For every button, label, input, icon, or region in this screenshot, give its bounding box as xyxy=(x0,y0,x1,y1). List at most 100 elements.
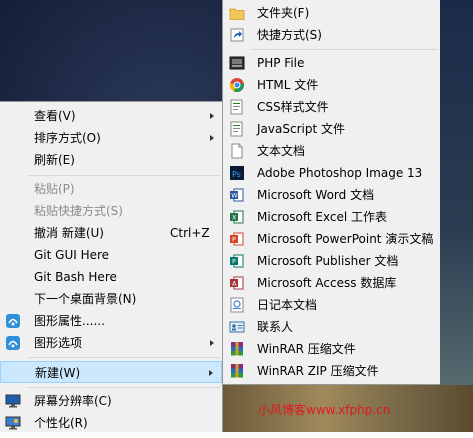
menu-item-label: Git GUI Here xyxy=(34,248,110,262)
svg-text:W: W xyxy=(231,192,238,200)
folder-icon xyxy=(229,5,245,21)
menu-item-label: 撤消 新建(U) xyxy=(34,226,104,240)
winrar-icon xyxy=(229,341,243,357)
menu-item-label: 图形属性...... xyxy=(34,314,105,328)
menu-item-label: 个性化(R) xyxy=(34,416,88,430)
submenu-item-journal-document[interactable]: 日记本文档 xyxy=(223,294,440,316)
submenu-item-winrar-archive[interactable]: WinRAR 压缩文件 xyxy=(223,338,440,360)
submenu-item-access-database[interactable]: A Microsoft Access 数据库 xyxy=(223,272,440,294)
word-icon: W xyxy=(229,187,244,203)
submenu-item-label: WinRAR 压缩文件 xyxy=(257,342,356,356)
submenu-item-label: 文本文档 xyxy=(257,144,306,158)
text-document-icon xyxy=(229,143,243,159)
submenu-item-folder[interactable]: 文件夹(F) xyxy=(223,2,440,24)
menu-item-label: 下一个桌面背景(N) xyxy=(34,292,137,306)
menu-item-label: 粘贴快捷方式(S) xyxy=(34,204,123,218)
submenu-item-label: Microsoft Excel 工作表 xyxy=(257,210,388,224)
menu-item-refresh[interactable]: 刷新(E) xyxy=(0,149,222,171)
menu-item-label: 排序方式(O) xyxy=(34,131,101,145)
menu-item-git-gui-here[interactable]: Git GUI Here xyxy=(0,244,222,266)
submenu-item-label: 联系人 xyxy=(257,320,294,334)
powerpoint-icon: P xyxy=(229,231,244,247)
menu-item-screen-resolution[interactable]: 屏幕分辨率(C) xyxy=(0,390,222,412)
menu-item-label: 新建(W) xyxy=(35,366,81,380)
submenu-item-label: Adobe Photoshop Image 13 xyxy=(257,166,423,180)
submenu-item-label: Microsoft Publisher 文档 xyxy=(257,254,399,268)
menu-separator xyxy=(28,175,220,176)
submenu-item-label: 文件夹(F) xyxy=(257,6,310,20)
submenu-item-label: PHP File xyxy=(257,56,305,70)
submenu-item-label: 快捷方式(S) xyxy=(257,28,322,42)
submenu-item-label: JavaScript 文件 xyxy=(257,122,345,136)
menu-separator xyxy=(251,49,438,50)
menu-item-shortcut: Ctrl+Z xyxy=(170,226,210,240)
menu-item-label: 图形选项 xyxy=(34,336,83,350)
menu-item-label: 查看(V) xyxy=(34,109,76,123)
submenu-item-text-document[interactable]: 文本文档 xyxy=(223,140,440,162)
menu-separator xyxy=(28,387,220,388)
menu-item-graphics-properties[interactable]: 图形属性...... xyxy=(0,310,222,332)
submenu-item-html-file[interactable]: HTML 文件 xyxy=(223,74,440,96)
svg-text:A: A xyxy=(232,280,237,288)
menu-item-next-desktop-background[interactable]: 下一个桌面背景(N) xyxy=(0,288,222,310)
php-file-icon xyxy=(229,55,245,71)
intel-graphics-icon xyxy=(5,335,21,351)
submenu-item-shortcut[interactable]: 快捷方式(S) xyxy=(223,24,440,46)
intel-graphics-icon xyxy=(5,313,21,329)
menu-item-paste[interactable]: 粘贴(P) xyxy=(0,178,222,200)
submenu-item-label: 日记本文档 xyxy=(257,298,318,312)
submenu-arrow-icon xyxy=(209,370,213,376)
menu-item-view[interactable]: 查看(V) xyxy=(0,105,222,127)
access-icon: A xyxy=(229,275,244,291)
svg-text:X: X xyxy=(232,214,237,222)
css-file-icon xyxy=(229,99,243,115)
submenu-arrow-icon xyxy=(210,135,214,141)
desktop-wallpaper-strip xyxy=(440,0,473,385)
submenu-item-word-document[interactable]: W Microsoft Word 文档 xyxy=(223,184,440,206)
photoshop-icon: Ps xyxy=(229,165,244,181)
submenu-item-label: Microsoft Access 数据库 xyxy=(257,276,397,290)
js-file-icon xyxy=(229,121,243,137)
svg-text:P: P xyxy=(232,236,236,244)
submenu-item-javascript-file[interactable]: JavaScript 文件 xyxy=(223,118,440,140)
submenu-item-label: CSS样式文件 xyxy=(257,100,329,114)
submenu-item-excel-sheet[interactable]: X Microsoft Excel 工作表 xyxy=(223,206,440,228)
monitor-icon xyxy=(5,393,21,409)
submenu-item-powerpoint[interactable]: P Microsoft PowerPoint 演示文稿 xyxy=(223,228,440,250)
submenu-item-label: Microsoft PowerPoint 演示文稿 xyxy=(257,232,434,246)
menu-item-git-bash-here[interactable]: Git Bash Here xyxy=(0,266,222,288)
menu-item-paste-shortcut[interactable]: 粘贴快捷方式(S) xyxy=(0,200,222,222)
submenu-arrow-icon xyxy=(210,340,214,346)
menu-item-label: Git Bash Here xyxy=(34,270,117,284)
submenu-arrow-icon xyxy=(210,113,214,119)
menu-separator xyxy=(28,357,220,358)
menu-item-personalize[interactable]: 个性化(R) xyxy=(0,412,222,434)
new-submenu: 文件夹(F) 快捷方式(S) PHP File HTML 文件 CSS样式文件 … xyxy=(222,0,440,385)
contact-icon xyxy=(229,319,245,335)
menu-item-undo-new[interactable]: 撤消 新建(U) Ctrl+Z xyxy=(0,222,222,244)
personalize-icon xyxy=(5,415,21,431)
journal-icon xyxy=(229,297,244,313)
submenu-item-photoshop-image[interactable]: Ps Adobe Photoshop Image 13 xyxy=(223,162,440,184)
desktop-context-menu: 查看(V) 排序方式(O) 刷新(E) 粘贴(P) 粘贴快捷方式(S) 撤消 新… xyxy=(0,101,223,432)
menu-item-new[interactable]: 新建(W) xyxy=(0,361,222,383)
menu-item-label: 刷新(E) xyxy=(34,153,75,167)
submenu-item-label: HTML 文件 xyxy=(257,78,319,92)
menu-item-label: 屏幕分辨率(C) xyxy=(34,394,112,408)
submenu-item-contact[interactable]: 联系人 xyxy=(223,316,440,338)
svg-text:P: P xyxy=(232,258,236,266)
submenu-item-php-file[interactable]: PHP File xyxy=(223,52,440,74)
menu-item-sort-by[interactable]: 排序方式(O) xyxy=(0,127,222,149)
svg-text:Ps: Ps xyxy=(232,170,241,179)
winrar-zip-icon xyxy=(229,363,243,379)
shortcut-icon xyxy=(229,27,244,43)
menu-item-label: 粘贴(P) xyxy=(34,182,75,196)
submenu-item-winrar-zip-archive[interactable]: WinRAR ZIP 压缩文件 xyxy=(223,360,440,382)
submenu-item-css-file[interactable]: CSS样式文件 xyxy=(223,96,440,118)
menu-item-graphics-options[interactable]: 图形选项 xyxy=(0,332,222,354)
chrome-icon xyxy=(229,77,244,93)
submenu-item-publisher[interactable]: P Microsoft Publisher 文档 xyxy=(223,250,440,272)
submenu-item-label: Microsoft Word 文档 xyxy=(257,188,375,202)
watermark-text: 小风博客www.xfphp.cn xyxy=(258,403,391,417)
excel-icon: X xyxy=(229,209,244,225)
